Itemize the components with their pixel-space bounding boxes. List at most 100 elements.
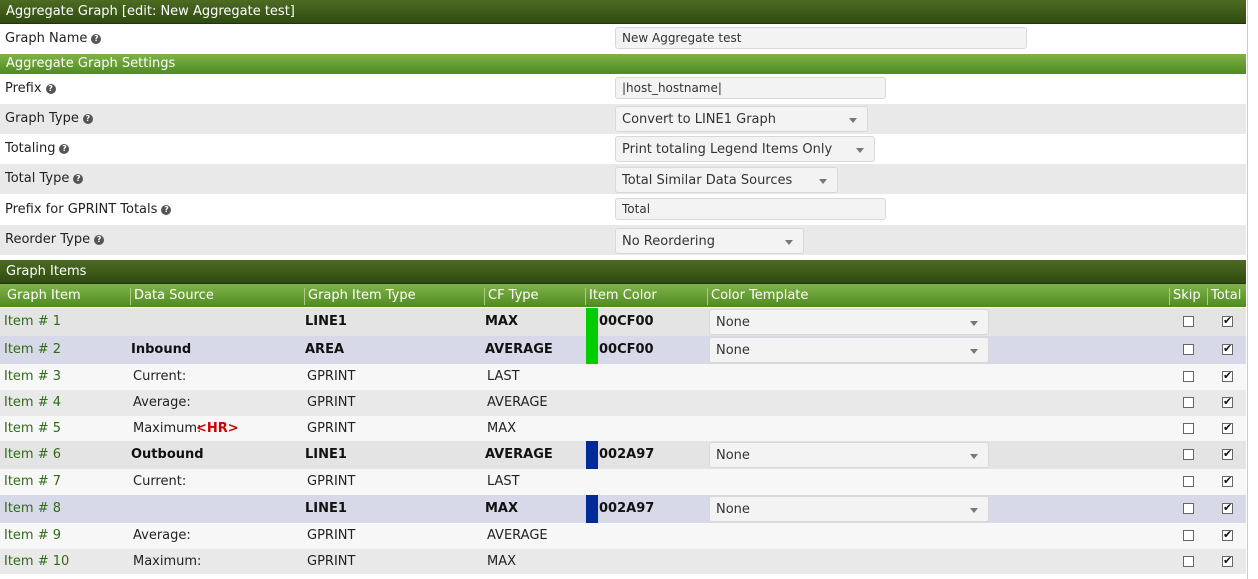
total-type-row: Total Type? Total Similar Data Sources <box>0 164 1246 194</box>
cf-type: AVERAGE <box>485 447 553 462</box>
graph-type-label: Graph Type <box>5 111 79 126</box>
data-source: Average: <box>133 528 191 543</box>
color-swatch <box>586 441 598 469</box>
total-checkbox[interactable] <box>1222 369 1233 382</box>
total-checkbox[interactable] <box>1222 421 1233 434</box>
data-source: Inbound <box>131 342 192 357</box>
graph-item-link[interactable]: Item # 8 <box>4 501 61 516</box>
help-icon[interactable]: ? <box>82 114 93 124</box>
cf-type: AVERAGE <box>487 395 548 410</box>
data-source: Maximum: <box>133 421 202 436</box>
graph-item-type: LINE1 <box>305 501 347 516</box>
skip-checkbox[interactable] <box>1183 371 1194 382</box>
total-checkbox[interactable] <box>1222 395 1233 408</box>
graph-item-link[interactable]: Item # 3 <box>4 369 61 384</box>
help-icon[interactable]: ? <box>73 174 84 184</box>
cf-type: MAX <box>485 314 519 329</box>
graph-type-value: Convert to LINE1 Graph <box>622 112 777 127</box>
table-row: Item # 5 Maximum: <HR> GPRINT MAX <box>0 416 1246 441</box>
total-checkbox[interactable] <box>1222 474 1233 487</box>
skip-checkbox[interactable] <box>1183 530 1194 541</box>
chevron-down-icon <box>970 321 978 326</box>
color-template-select[interactable]: None <box>709 496 989 522</box>
hard-return-marker: <HR> <box>196 421 239 436</box>
graph-item-link[interactable]: Item # 10 <box>4 554 69 569</box>
graph-item-link[interactable]: Item # 9 <box>4 528 61 543</box>
graph-type-select[interactable]: Convert to LINE1 Graph <box>615 106 868 132</box>
graph-item-link[interactable]: Item # 5 <box>4 421 61 436</box>
color-swatch <box>586 336 598 364</box>
graph-item-link[interactable]: Item # 2 <box>4 342 61 357</box>
totaling-label: Totaling <box>5 141 56 156</box>
skip-checkbox[interactable] <box>1183 449 1194 460</box>
skip-checkbox[interactable] <box>1183 397 1194 408</box>
col-graph-item-type[interactable]: Graph Item Type <box>304 288 416 305</box>
total-checkbox[interactable] <box>1222 528 1233 541</box>
graph-item-link[interactable]: Item # 4 <box>4 395 61 410</box>
data-source: Current: <box>133 474 187 489</box>
total-checkbox[interactable] <box>1222 447 1233 460</box>
chevron-down-icon <box>819 179 827 184</box>
total-checkbox[interactable] <box>1222 501 1233 514</box>
reorder-type-select[interactable]: No Reordering <box>615 228 804 254</box>
color-template-select[interactable]: None <box>709 337 989 363</box>
total-checkbox[interactable] <box>1222 314 1233 327</box>
help-icon[interactable]: ? <box>91 34 102 44</box>
prefix-label: Prefix <box>5 81 42 96</box>
table-row: Item # 2 Inbound AREA AVERAGE 00CF00 None <box>0 336 1246 364</box>
col-data-source[interactable]: Data Source <box>130 288 214 305</box>
cf-type: MAX <box>487 421 517 436</box>
col-total[interactable]: Total <box>1207 288 1241 305</box>
skip-checkbox[interactable] <box>1183 556 1194 567</box>
scrollbar[interactable] <box>1247 0 1258 579</box>
graph-item-type: GPRINT <box>307 474 356 489</box>
chevron-down-icon <box>785 240 793 245</box>
graph-name-input[interactable]: New Aggregate test <box>615 27 1027 49</box>
cf-type: LAST <box>487 474 520 489</box>
col-color-template[interactable]: Color Template <box>707 288 808 305</box>
color-swatch <box>586 495 598 523</box>
col-item-color[interactable]: Item Color <box>585 288 657 305</box>
col-graph-item[interactable]: Graph Item <box>4 288 81 305</box>
help-icon[interactable]: ? <box>94 235 105 245</box>
skip-checkbox[interactable] <box>1183 423 1194 434</box>
skip-checkbox[interactable] <box>1183 316 1194 327</box>
color-template-value: None <box>716 448 750 463</box>
gprint-prefix-input[interactable]: Total <box>615 198 886 220</box>
graph-item-type: GPRINT <box>307 395 356 410</box>
help-icon[interactable]: ? <box>161 205 172 215</box>
color-template-value: None <box>716 502 750 517</box>
table-row: Item # 6 Outbound LINE1 AVERAGE 002A97 None <box>0 441 1246 469</box>
graph-item-type: AREA <box>305 342 345 357</box>
graph-item-link[interactable]: Item # 7 <box>4 474 61 489</box>
color-template-select[interactable]: None <box>709 309 989 335</box>
settings-title: Aggregate Graph Settings <box>6 56 176 71</box>
graph-items-header: Graph Items <box>0 260 1246 284</box>
cf-type: AVERAGE <box>487 528 548 543</box>
table-row: Item # 1 LINE1 MAX 00CF00 None <box>0 308 1246 336</box>
total-type-value: Total Similar Data Sources <box>622 173 793 188</box>
total-checkbox[interactable] <box>1222 554 1233 567</box>
col-cf-type[interactable]: CF Type <box>484 288 539 305</box>
graph-item-link[interactable]: Item # 6 <box>4 447 61 462</box>
help-icon[interactable]: ? <box>45 84 56 94</box>
total-type-label: Total Type <box>5 171 70 186</box>
prefix-input[interactable]: |host_hostname| <box>615 77 886 99</box>
skip-checkbox[interactable] <box>1183 503 1194 514</box>
graph-item-type: GPRINT <box>307 528 356 543</box>
graph-name-label: Graph Name <box>5 31 88 46</box>
table-row: Item # 3 Current: GPRINT LAST <box>0 364 1246 390</box>
col-skip[interactable]: Skip <box>1169 288 1201 305</box>
gprint-prefix-label: Prefix for GPRINT Totals <box>5 202 158 217</box>
panel-header: Aggregate Graph [edit: New Aggregate tes… <box>0 0 1246 24</box>
skip-checkbox[interactable] <box>1183 344 1194 355</box>
graph-item-link[interactable]: Item # 1 <box>4 314 61 329</box>
help-icon[interactable]: ? <box>59 144 70 154</box>
cf-type: AVERAGE <box>485 342 553 357</box>
total-checkbox[interactable] <box>1222 342 1233 355</box>
totaling-select[interactable]: Print totaling Legend Items Only <box>615 136 875 162</box>
color-template-select[interactable]: None <box>709 442 989 468</box>
table-row: Item # 7 Current: GPRINT LAST <box>0 469 1246 495</box>
total-type-select[interactable]: Total Similar Data Sources <box>615 167 838 193</box>
skip-checkbox[interactable] <box>1183 476 1194 487</box>
